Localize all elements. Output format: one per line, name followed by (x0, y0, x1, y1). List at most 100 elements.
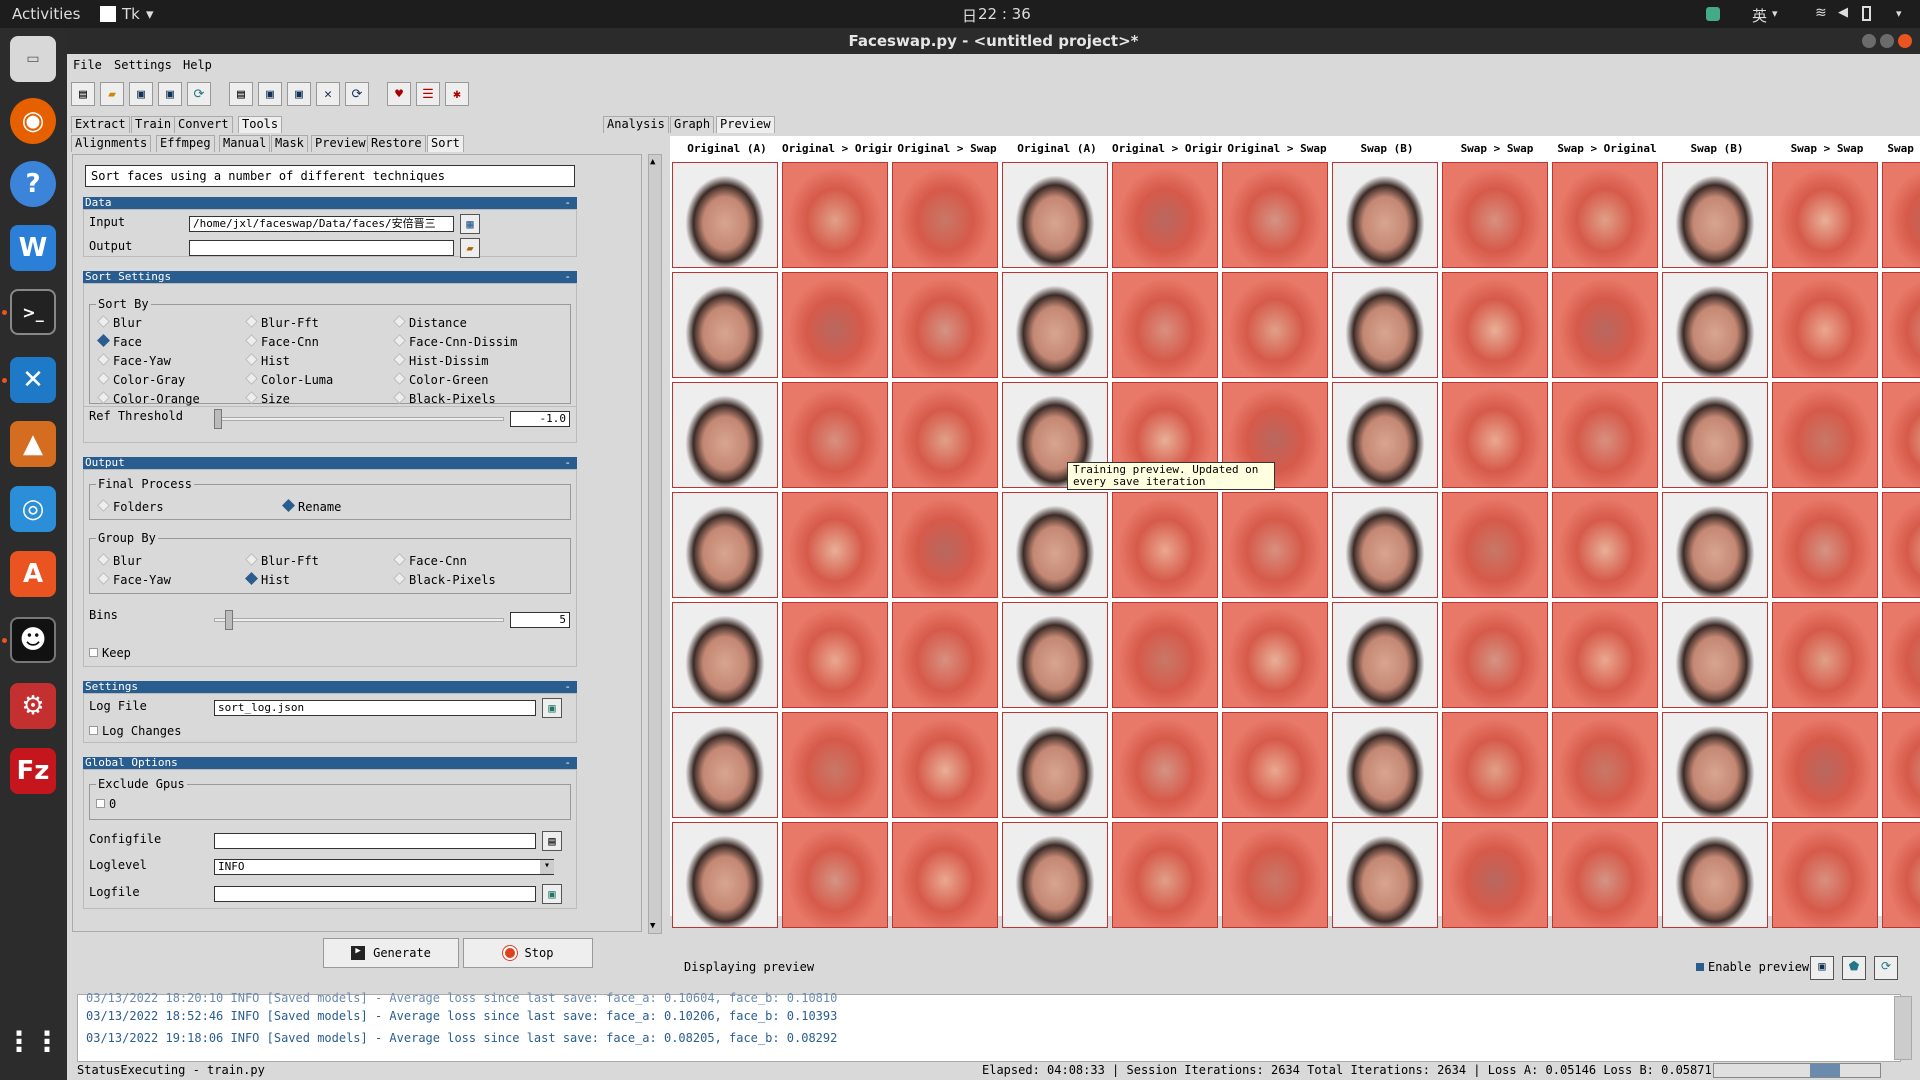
shield-icon[interactable]: ⬟ (1842, 956, 1866, 980)
radio-indicator[interactable] (393, 353, 406, 366)
radio-color-green[interactable]: Color-Green (393, 372, 488, 387)
save-file-icon[interactable]: ▣ (542, 884, 562, 904)
radio-color-gray[interactable]: Color-Gray (97, 372, 185, 387)
radio-indicator[interactable] (282, 499, 295, 512)
radio-indicator[interactable] (97, 499, 110, 512)
writer-icon[interactable]: W (10, 225, 56, 271)
section-header-global-options[interactable]: Global Options - (83, 757, 577, 769)
input-path-field[interactable]: /home/jxl/faceswap/Data/faces/安倍晋三 (189, 216, 454, 232)
browse-folder-icon[interactable]: ▰ (460, 238, 480, 258)
donate-heart-icon[interactable]: ♥ (387, 82, 411, 106)
faceswap-icon[interactable]: ☻ (10, 617, 56, 663)
save-as-icon[interactable]: ▣ (158, 82, 182, 106)
scroll-up-icon[interactable]: ▲ (650, 157, 655, 167)
app-grid-icon[interactable]: ⋮⋮ (5, 1018, 61, 1064)
keep-checkbox[interactable]: Keep (89, 646, 131, 660)
section-header-sort-settings[interactable]: Sort Settings - (83, 271, 577, 283)
network-status-icon[interactable] (1706, 7, 1720, 21)
minimize-icon[interactable] (1862, 34, 1876, 48)
radio-folders[interactable]: Folders (97, 499, 164, 514)
enable-preview-checkbox[interactable]: Enable preview (1696, 960, 1809, 974)
github-icon[interactable]: ✱ (445, 82, 469, 106)
radio-color-orange[interactable]: Color-Orange (97, 391, 200, 406)
open-folder-icon[interactable]: ▰ (100, 82, 124, 106)
radio-face-cnn[interactable]: Face-Cnn (393, 553, 467, 568)
close-icon[interactable] (1898, 34, 1912, 48)
tab-restore[interactable]: Restore (367, 135, 426, 152)
section-header-output[interactable]: Output - (83, 457, 577, 469)
ref-threshold-slider[interactable] (214, 417, 504, 421)
settings-tools-icon[interactable]: ⚙ (10, 683, 56, 729)
radio-size[interactable]: Size (245, 391, 290, 406)
tab-analysis[interactable]: Analysis (603, 116, 669, 133)
reload-icon[interactable]: ⟳ (187, 82, 211, 106)
radio-hist[interactable]: Hist (245, 353, 290, 368)
database-icon[interactable]: ☰ (416, 82, 440, 106)
ref-threshold-value[interactable]: -1.0 (510, 411, 570, 427)
radio-blur[interactable]: Blur (97, 553, 142, 568)
radio-indicator[interactable] (245, 391, 258, 404)
save-preview-icon[interactable]: ▣ (1810, 956, 1834, 980)
browse-folder-icon[interactable]: ▦ (460, 214, 480, 234)
clear-task-icon[interactable]: ✕ (316, 82, 340, 106)
generate-button[interactable]: ▶ Generate (323, 938, 459, 968)
radio-rename[interactable]: Rename (282, 499, 341, 514)
file-cabinet-icon[interactable]: ▭ (10, 36, 56, 82)
radio-face[interactable]: Face (97, 334, 142, 349)
radio-indicator[interactable] (97, 391, 110, 404)
loglevel-select[interactable]: INFO (214, 859, 554, 875)
radio-hist[interactable]: Hist (245, 572, 290, 587)
radio-blur-fft[interactable]: Blur-Fft (245, 315, 319, 330)
radio-color-luma[interactable]: Color-Luma (245, 372, 333, 387)
radio-face-cnn-dissim[interactable]: Face-Cnn-Dissim (393, 334, 517, 349)
new-project-icon[interactable]: ▤ (71, 82, 95, 106)
tab-train[interactable]: Train (131, 116, 176, 133)
tab-convert[interactable]: Convert (174, 116, 233, 133)
radio-indicator[interactable] (245, 553, 258, 566)
save-file-icon[interactable]: ▣ (542, 698, 562, 718)
app-menu[interactable]: Tk (122, 5, 140, 23)
collapse-icon[interactable]: - (564, 197, 571, 209)
volume-icon[interactable]: ◀ (1838, 5, 1848, 20)
gpu-0-checkbox[interactable]: 0 (96, 797, 116, 811)
log-file-field[interactable]: sort_log.json (214, 700, 536, 716)
software-center-icon[interactable]: A (10, 551, 56, 597)
input-method-indicator[interactable]: 英 (1752, 5, 1767, 26)
log-console[interactable]: 03/13/2022 18:20:10 INFO [Saved models] … (77, 991, 1901, 1062)
options-scrollbar[interactable]: ▲ ▼ (648, 154, 662, 934)
collapse-icon[interactable]: - (564, 457, 571, 469)
bins-value[interactable]: 5 (510, 612, 570, 628)
scroll-down-icon[interactable]: ▼ (650, 921, 655, 931)
save-icon[interactable]: ▣ (129, 82, 153, 106)
radio-face-cnn[interactable]: Face-Cnn (245, 334, 319, 349)
tab-preview[interactable]: Preview (311, 135, 370, 152)
section-header-settings[interactable]: Settings - (83, 681, 577, 693)
bins-slider-handle[interactable] (225, 610, 234, 630)
save-task-as-icon[interactable]: ▣ (287, 82, 311, 106)
log-scrollbar[interactable] (1894, 996, 1912, 1060)
radio-black-pixels[interactable]: Black-Pixels (393, 391, 496, 406)
stop-button[interactable]: Stop (463, 938, 593, 968)
radio-indicator[interactable] (97, 553, 110, 566)
radio-distance[interactable]: Distance (393, 315, 467, 330)
radio-face-yaw[interactable]: Face-Yaw (97, 353, 171, 368)
reload-task-icon[interactable]: ⟳ (345, 82, 369, 106)
terminal-icon[interactable]: >_ (10, 289, 56, 335)
vscode-icon[interactable]: ✕ (10, 357, 56, 403)
maximize-icon[interactable] (1880, 34, 1894, 48)
radio-indicator[interactable] (97, 315, 110, 328)
radio-indicator[interactable] (245, 372, 258, 385)
tab-preview-display[interactable]: Preview (716, 116, 775, 133)
radio-indicator[interactable] (393, 315, 406, 328)
radio-hist-dissim[interactable]: Hist-Dissim (393, 353, 488, 368)
radio-indicator[interactable] (245, 334, 258, 347)
radio-indicator[interactable] (97, 372, 110, 385)
checkbox[interactable] (96, 799, 105, 808)
activities-button[interactable]: Activities (12, 5, 80, 23)
menu-settings[interactable]: Settings (114, 58, 172, 72)
tab-effmpeg[interactable]: Effmpeg (156, 135, 215, 152)
matlab-icon[interactable]: ▲ (10, 421, 56, 467)
radio-indicator[interactable] (393, 572, 406, 585)
checkbox[interactable] (1696, 963, 1704, 971)
logfile-field[interactable] (214, 886, 536, 902)
